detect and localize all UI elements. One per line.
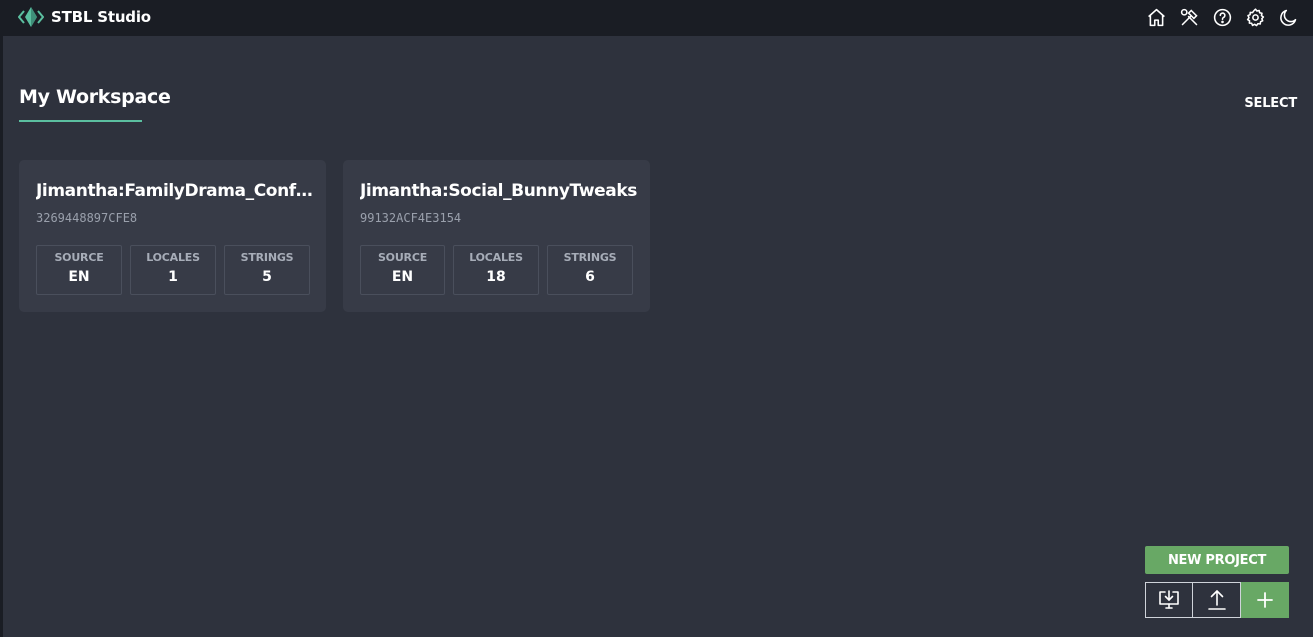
left-edge: [0, 36, 3, 637]
stat-source: SOURCE EN: [36, 245, 122, 295]
stat-label: LOCALES: [146, 251, 200, 264]
stat-value: 5: [262, 269, 272, 285]
app-title[interactable]: STBL Studio: [51, 8, 151, 26]
tools-icon[interactable]: [1178, 6, 1200, 28]
project-id: 99132ACF4E3154: [360, 211, 462, 225]
project-title: Jimantha:FamilyDrama_Conf…: [36, 181, 313, 201]
stat-locales: LOCALES 18: [453, 245, 539, 295]
project-id: 3269448897CFE8: [36, 211, 138, 225]
page-title: My Workspace: [19, 86, 171, 108]
new-project-button[interactable]: NEW PROJECT: [1145, 546, 1289, 574]
moon-icon[interactable]: [1277, 6, 1299, 28]
stat-label: STRINGS: [563, 251, 617, 264]
project-card[interactable]: Jimantha:Social_BunnyTweaks 99132ACF4E31…: [343, 160, 650, 312]
top-bar: STBL Studio: [0, 0, 1313, 36]
stat-strings: STRINGS 5: [224, 245, 310, 295]
project-title: Jimantha:Social_BunnyTweaks: [360, 181, 637, 201]
stat-label: STRINGS: [240, 251, 294, 264]
project-card[interactable]: Jimantha:FamilyDrama_Conf… 3269448897CFE…: [19, 160, 326, 312]
select-button[interactable]: SELECT: [1244, 96, 1297, 111]
stat-label: LOCALES: [469, 251, 523, 264]
download-icon: [1159, 590, 1179, 609]
stat-strings: STRINGS 6: [547, 245, 633, 295]
title-underline: [19, 120, 142, 122]
home-icon[interactable]: [1145, 6, 1167, 28]
import-button[interactable]: [1145, 582, 1193, 618]
stat-label: SOURCE: [54, 251, 104, 264]
upload-icon: [1207, 590, 1226, 610]
stat-locales: LOCALES 1: [130, 245, 216, 295]
app-logo-icon[interactable]: [18, 6, 44, 28]
action-button-group: [1145, 582, 1289, 618]
stat-value: EN: [68, 269, 90, 285]
stat-value: EN: [391, 269, 414, 285]
plus-icon: [1256, 592, 1273, 608]
stat-value: 1: [168, 269, 178, 285]
stat-source: SOURCE EN: [360, 245, 445, 295]
stat-value: 18: [486, 269, 506, 285]
help-icon[interactable]: [1211, 6, 1233, 28]
stat-label: SOURCE: [377, 251, 428, 264]
add-project-button[interactable]: [1241, 582, 1289, 618]
settings-icon[interactable]: [1244, 6, 1266, 28]
upload-button[interactable]: [1193, 582, 1241, 618]
stat-value: 6: [585, 269, 595, 285]
top-icon-group: [1145, 6, 1299, 28]
